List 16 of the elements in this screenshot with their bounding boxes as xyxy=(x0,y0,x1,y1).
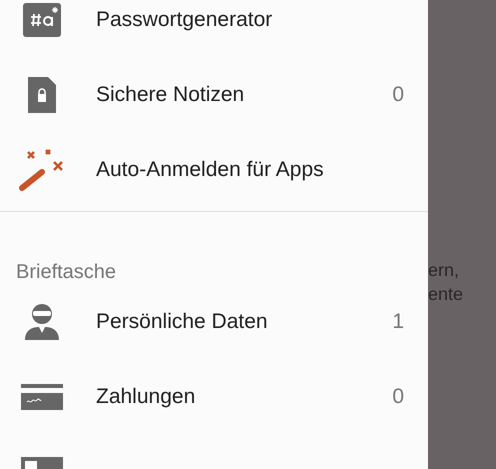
hash-tag-icon xyxy=(23,2,61,36)
menu-item[interactable]: Passwortgenerator xyxy=(96,4,404,36)
menu-item[interactable]: Zahlungen xyxy=(96,380,392,412)
person-sunglasses-icon xyxy=(24,302,60,340)
menu-item[interactable]: Auto-Anmelden für Apps xyxy=(96,154,404,186)
item-count: 1 xyxy=(392,308,404,335)
dimmed-text: ern, xyxy=(428,259,460,282)
item-count: 0 xyxy=(392,384,404,410)
menu-item[interactable]: Sichere Notizen xyxy=(96,78,392,110)
section-heading: Brieftasche xyxy=(16,262,116,282)
payment-card-icon xyxy=(21,384,63,410)
menu-item[interactable]: Persönliche Daten xyxy=(96,306,392,338)
item-count: 0 xyxy=(392,82,404,108)
locked-note-icon xyxy=(27,76,57,114)
dimmed-text: ente xyxy=(428,283,464,306)
magic-wand-icon xyxy=(18,148,66,192)
